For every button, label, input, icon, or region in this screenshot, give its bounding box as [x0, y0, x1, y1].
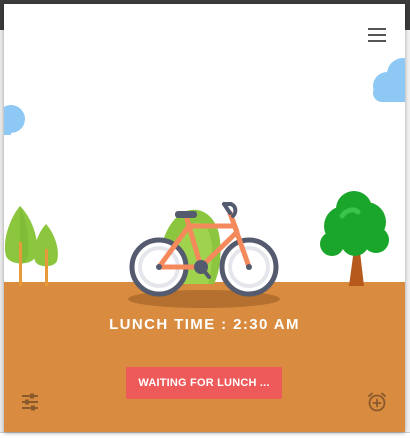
tree-right — [320, 191, 389, 286]
add-alarm-icon[interactable] — [366, 391, 388, 413]
lunch-timer-popup: LUNCH TIME : 2:30 AM WAITING FOR LUNCH .… — [4, 4, 405, 432]
cloud-left — [4, 105, 25, 135]
lunch-time-label: LUNCH TIME : 2:30 AM — [109, 316, 300, 333]
waiting-for-lunch-button[interactable]: WAITING FOR LUNCH ... — [126, 367, 282, 399]
background-window-edge-right — [405, 30, 410, 432]
tree-left-large — [4, 206, 38, 286]
tune-settings-icon[interactable] — [20, 392, 40, 412]
tree-left-small — [34, 224, 58, 286]
cloud-right — [373, 58, 405, 102]
hamburger-menu-icon[interactable] — [364, 24, 390, 46]
